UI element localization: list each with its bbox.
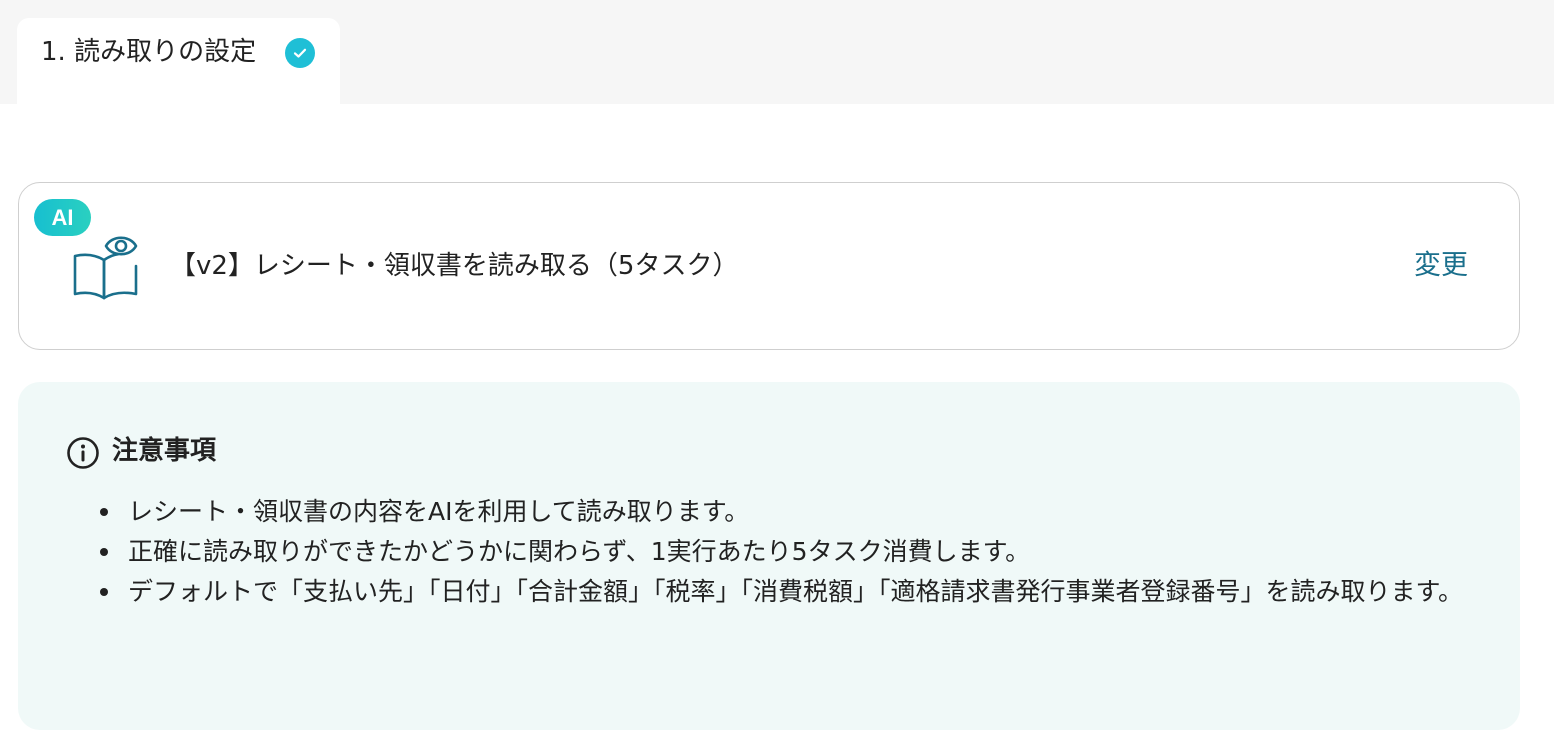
ai-badge: AI: [34, 199, 91, 236]
change-button[interactable]: 変更: [1414, 248, 1468, 284]
info-icon: [66, 436, 100, 470]
notice-list: レシート・領収書の内容をAIを利用して読み取ります。 正確に読み取りができたかど…: [98, 492, 1468, 612]
tab-label: 1. 読み取りの設定: [41, 37, 257, 67]
check-circle-icon: [285, 38, 315, 68]
notice-title: 注意事項: [112, 436, 217, 466]
book-eye-icon: [70, 232, 142, 304]
task-title: 【v2】レシート・領収書を読み取る（5タスク）: [170, 251, 739, 281]
notice-item: デフォルトで「支払い先」「日付」「合計金額」「税率」「消費税額」「適格請求書発行…: [98, 572, 1468, 612]
notice-item: レシート・領収書の内容をAIを利用して読み取ります。: [98, 492, 1468, 532]
notice-item: 正確に読み取りができたかどうかに関わらず、1実行あたり5タスク消費します。: [98, 532, 1468, 572]
tab-reading-settings[interactable]: 1. 読み取りの設定: [17, 18, 340, 104]
